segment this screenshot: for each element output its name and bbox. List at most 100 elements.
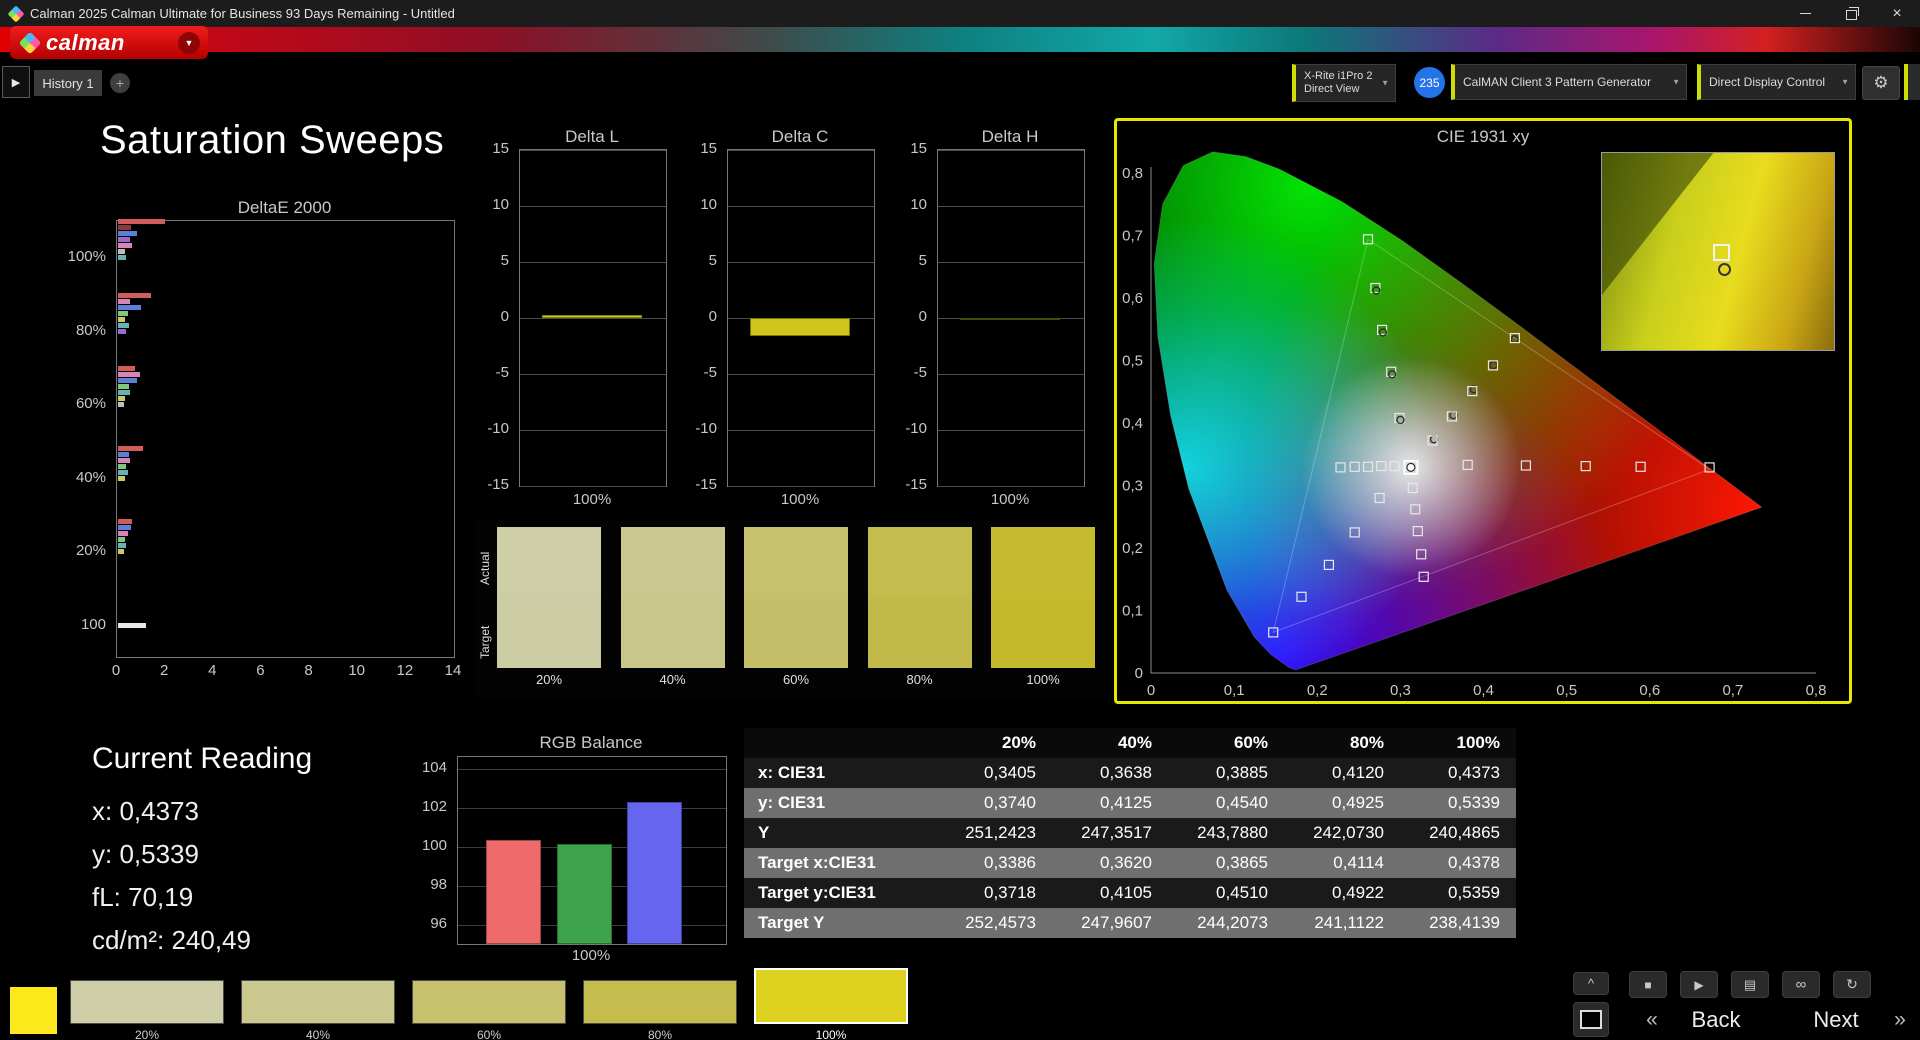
tab-label: History 1 <box>42 76 93 91</box>
svg-text:0,7: 0,7 <box>1122 228 1143 245</box>
table-cell: 251,2423 <box>936 823 1052 843</box>
svg-text:0: 0 <box>1135 665 1143 682</box>
table-cell: 0,4373 <box>1400 763 1516 783</box>
deltae-xlabels: 02468101214 <box>116 662 476 680</box>
deltae-ylabels: 100%80%60%40%20%100 <box>52 220 112 656</box>
tab-history-1[interactable]: History 1 <box>34 70 102 96</box>
display-control-dropdown[interactable]: Direct Display Control ▼ <box>1697 64 1856 100</box>
patch-80%[interactable] <box>583 980 737 1024</box>
calman-logo[interactable]: calman ▼ <box>10 26 208 59</box>
patch-40%[interactable] <box>241 980 395 1024</box>
table-cell: 0,4378 <box>1400 853 1516 873</box>
current-reading-y: y: 0,5339 <box>92 839 199 870</box>
cie-inset-target-marker <box>1713 244 1730 261</box>
table-row: Target y:CIE310,37180,41050,45100,49220,… <box>744 878 1516 908</box>
axis-tick-label: 2 <box>153 662 175 679</box>
patch-100%[interactable] <box>754 968 908 1024</box>
mini-ylabels-1: 151050-5-10-15 <box>675 149 723 485</box>
table-cell: 0,5339 <box>1400 793 1516 813</box>
patch-20%[interactable] <box>70 980 224 1024</box>
pattern-toggle-button[interactable] <box>1573 1002 1609 1037</box>
svg-text:0,2: 0,2 <box>1307 682 1328 699</box>
table-cell: 242,0730 <box>1284 823 1400 843</box>
continuous-measure-button[interactable]: ∞ <box>1782 971 1820 998</box>
table-row: Target x:CIE310,33860,36200,38650,41140,… <box>744 848 1516 878</box>
display-control-label: Direct Display Control <box>1709 75 1825 89</box>
repeat-button[interactable]: ↻ <box>1833 971 1871 998</box>
table-cell: 0,3386 <box>936 853 1052 873</box>
swatch-cell <box>868 527 972 668</box>
deltae-bar <box>118 537 125 542</box>
swatch-actual <box>991 527 1095 598</box>
rainbow-banner <box>0 27 1920 52</box>
axis-tick-label: 100% <box>68 248 106 265</box>
close-button[interactable]: × <box>1874 0 1920 27</box>
svg-text:0,2: 0,2 <box>1122 540 1143 557</box>
axis-tick-label: -5 <box>704 364 717 381</box>
table-row: x: CIE310,34050,36380,38850,41200,4373 <box>744 758 1516 788</box>
row-label: Target x:CIE31 <box>744 853 936 873</box>
delta-l-xlabel: 100% <box>519 491 665 508</box>
axis-tick-label: 6 <box>249 662 271 679</box>
table-cell: 0,3405 <box>936 763 1052 783</box>
next-button[interactable]: Next <box>1788 1007 1884 1033</box>
calman-menu-button[interactable]: ▼ <box>178 32 200 54</box>
stop-icon: ■ <box>1644 978 1651 992</box>
axis-tick-label: 104 <box>422 759 447 776</box>
row-label: y: CIE31 <box>744 793 936 813</box>
patch-label: 20% <box>70 1028 224 1040</box>
gridline <box>520 262 666 263</box>
add-tab-button[interactable]: + <box>110 73 130 93</box>
meter-dropdown[interactable]: X-Rite i1Pro 2 Direct View ▼ <box>1292 64 1396 102</box>
meter-line1: X-Rite i1Pro 2 <box>1304 70 1372 83</box>
meter-line2: Direct View <box>1304 83 1372 96</box>
back-button[interactable]: Back <box>1668 1007 1764 1033</box>
axis-tick-label: 60% <box>76 395 106 412</box>
deltae-plot <box>116 220 455 658</box>
next-chevron-button[interactable]: » <box>1886 1008 1914 1032</box>
pattern-generator-dropdown[interactable]: CalMAN Client 3 Pattern Generator ▼ <box>1451 64 1687 100</box>
actual-label: Actual <box>478 533 494 603</box>
clipped-control[interactable] <box>1904 64 1920 100</box>
axis-tick-label: 15 <box>910 140 927 157</box>
meter-count-badge[interactable]: 235 <box>1414 67 1445 98</box>
settings-button[interactable]: ⚙ <box>1862 66 1900 100</box>
svg-text:0,8: 0,8 <box>1806 682 1827 699</box>
deltae-bar <box>118 623 146 628</box>
save-button[interactable]: ▤ <box>1731 971 1769 998</box>
table-cell: 247,9607 <box>1052 913 1168 933</box>
gridline <box>728 374 874 375</box>
table-cell: 0,4540 <box>1168 793 1284 813</box>
axis-tick-label: 96 <box>430 915 447 932</box>
axis-tick-label: 10 <box>492 196 509 213</box>
patch-label: 80% <box>583 1028 737 1040</box>
play-button[interactable]: ▶ <box>1680 971 1718 998</box>
collapse-button[interactable]: ^ <box>1573 972 1609 995</box>
svg-text:0,1: 0,1 <box>1122 603 1143 620</box>
stop-button[interactable]: ■ <box>1629 971 1667 998</box>
row-label: x: CIE31 <box>744 763 936 783</box>
svg-text:0: 0 <box>1147 682 1155 699</box>
back-chevron-button[interactable]: « <box>1638 1008 1666 1032</box>
target-label: Target <box>478 607 494 677</box>
svg-text:0,3: 0,3 <box>1390 682 1411 699</box>
axis-tick-label: 80% <box>76 322 106 339</box>
chevron-left-icon: « <box>1646 1008 1658 1031</box>
row-label: Y <box>744 823 936 843</box>
svg-text:0,6: 0,6 <box>1122 290 1143 307</box>
deltae-bar <box>118 237 130 242</box>
table-header-cell: 100% <box>1400 733 1516 753</box>
app-icon <box>8 5 25 22</box>
patch-60%[interactable] <box>412 980 566 1024</box>
minimize-button[interactable] <box>1782 0 1828 27</box>
gridline <box>728 150 874 151</box>
workflow-panel-toggle-button[interactable]: ▶ <box>2 66 30 98</box>
restore-button[interactable] <box>1828 0 1874 27</box>
table-cell: 0,4114 <box>1284 853 1400 873</box>
table-cell: 240,4865 <box>1400 823 1516 843</box>
axis-tick-label: 98 <box>430 876 447 893</box>
axis-tick-label: 0 <box>919 308 927 325</box>
gridline <box>728 262 874 263</box>
table-cell: 243,7880 <box>1168 823 1284 843</box>
deltae-bar <box>118 476 125 481</box>
